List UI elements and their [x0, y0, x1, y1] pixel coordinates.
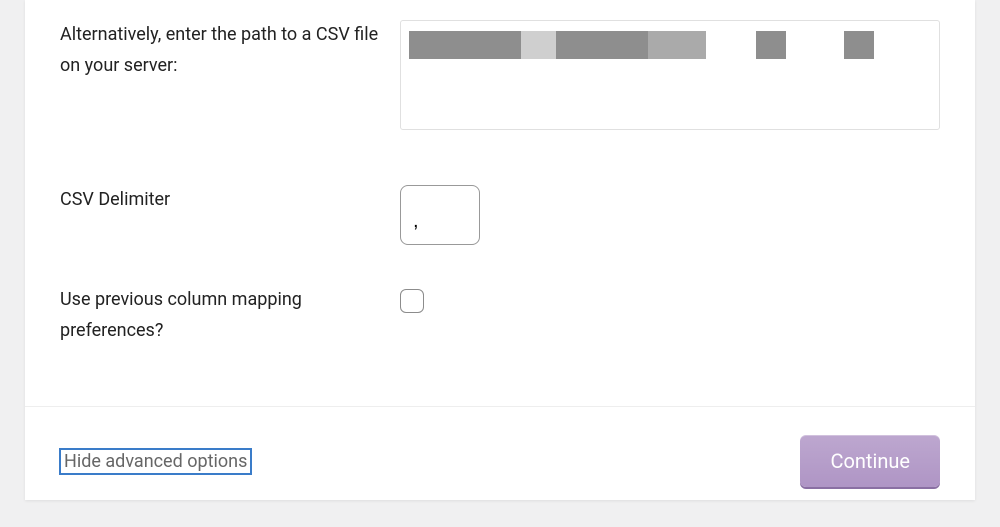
mapping-label: Use previous column mapping preferences? [60, 285, 400, 346]
row-csv-delimiter: CSV Delimiter [60, 150, 940, 270]
csv-delimiter-input[interactable] [400, 185, 480, 245]
csv-path-input[interactable] [400, 20, 940, 130]
row-mapping-preference: Use previous column mapping preferences? [60, 270, 940, 406]
import-form-panel: Alternatively, enter the path to a CSV f… [25, 0, 975, 500]
redacted-path-value [409, 29, 931, 61]
mapping-control [400, 285, 940, 317]
csv-delimiter-label: CSV Delimiter [60, 185, 400, 216]
toggle-advanced-options-link[interactable]: Hide advanced options [60, 449, 251, 474]
csv-path-control [400, 20, 940, 130]
csv-delimiter-control [400, 185, 940, 245]
row-csv-path: Alternatively, enter the path to a CSV f… [60, 0, 940, 150]
csv-path-label: Alternatively, enter the path to a CSV f… [60, 20, 400, 81]
form-footer: Hide advanced options Continue [25, 406, 975, 515]
continue-button[interactable]: Continue [800, 435, 940, 487]
form-body: Alternatively, enter the path to a CSV f… [25, 0, 975, 406]
mapping-checkbox[interactable] [400, 289, 424, 313]
